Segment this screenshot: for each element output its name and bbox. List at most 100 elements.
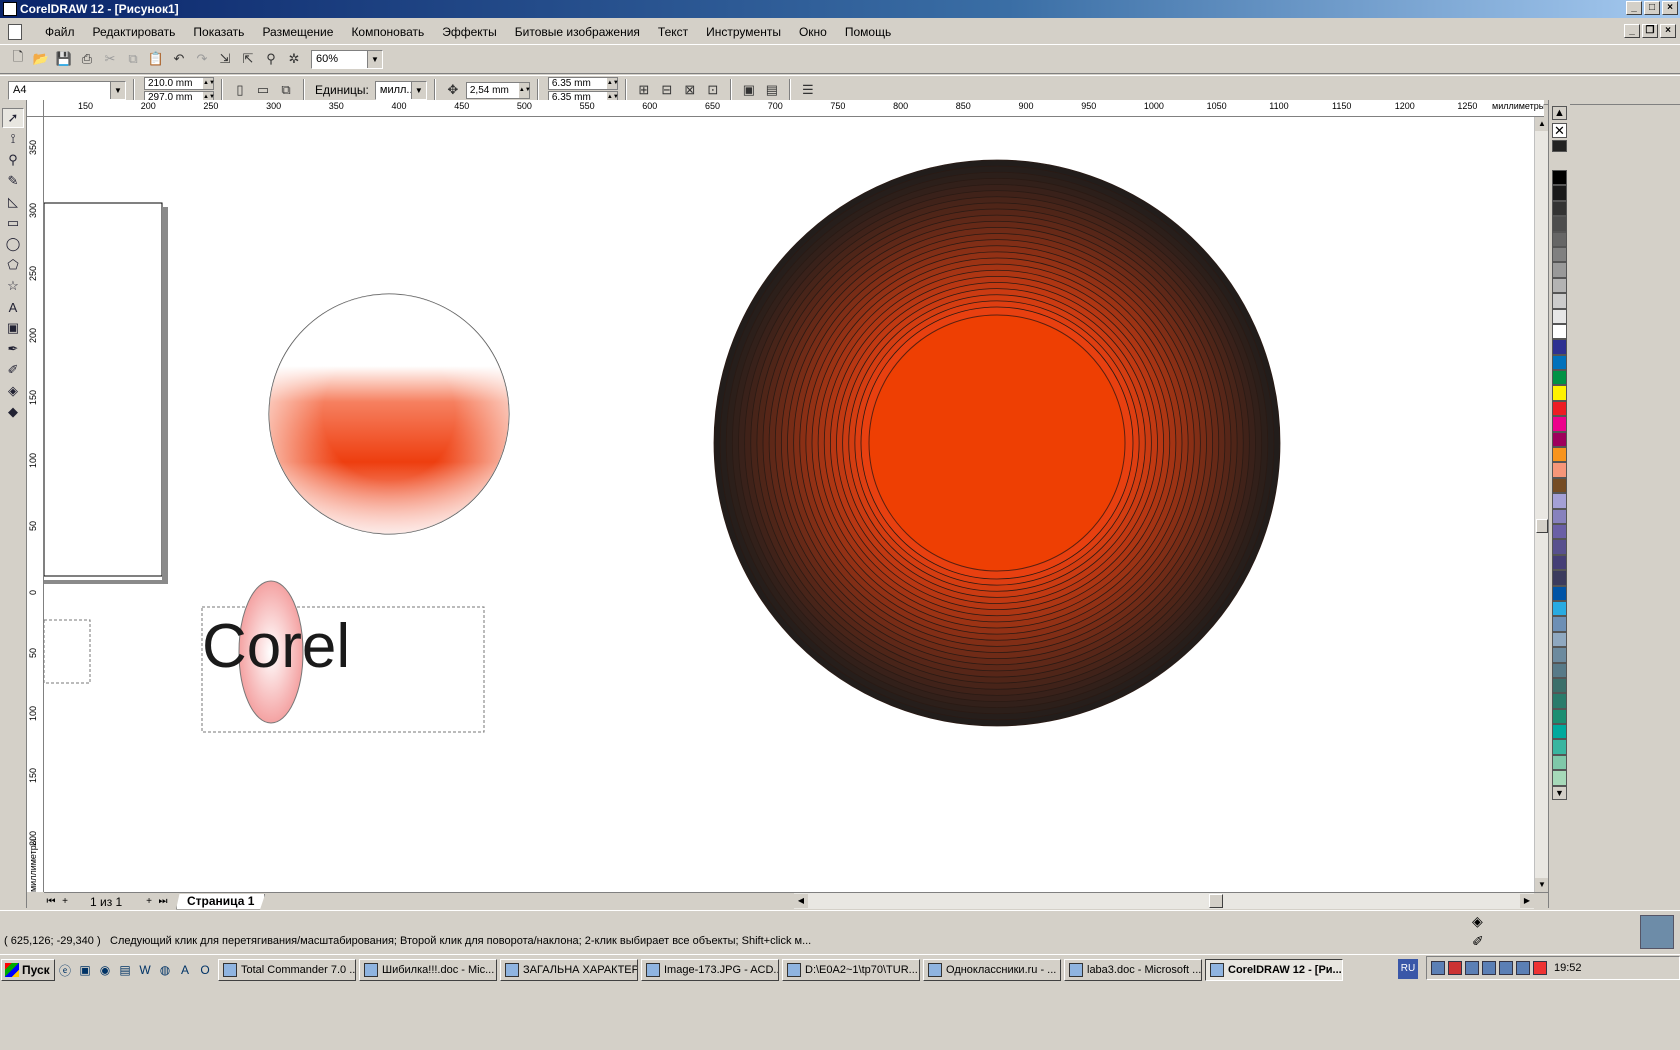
zoom-tool-icon[interactable]: ⚲: [2, 150, 24, 170]
speaker-icon[interactable]: [1465, 961, 1479, 975]
menu-help[interactable]: Помощь: [836, 21, 900, 43]
tray-alert-icon[interactable]: [1533, 961, 1547, 975]
cut-icon[interactable]: ✂: [100, 49, 120, 69]
color-swatch[interactable]: [1552, 662, 1567, 678]
paste-icon[interactable]: 📋: [146, 49, 166, 69]
color-swatch[interactable]: [1552, 431, 1567, 448]
color-swatch[interactable]: [1552, 339, 1567, 355]
color-swatch[interactable]: [1552, 293, 1567, 309]
menu-tools[interactable]: Инструменты: [697, 21, 790, 43]
task-odnoklassniki[interactable]: Одноклассники.ru - ...: [923, 959, 1061, 981]
fill-tool-icon[interactable]: ◈: [2, 381, 24, 401]
pick-tool-icon[interactable]: ➚: [2, 108, 24, 128]
palette-scroll-down-icon[interactable]: ▼: [1552, 785, 1567, 800]
color-swatch[interactable]: [1552, 262, 1567, 278]
drawing-canvas[interactable]: Corel: [44, 117, 1534, 892]
snap-guidelines-icon[interactable]: ⊟: [657, 80, 677, 100]
menu-edit[interactable]: Редактировать: [84, 21, 185, 43]
color-swatch[interactable]: [1552, 462, 1567, 478]
color-swatch[interactable]: [1552, 477, 1567, 494]
freehand-tool-icon[interactable]: ✎: [2, 171, 24, 191]
color-swatch[interactable]: [1552, 739, 1567, 755]
horizontal-ruler[interactable]: 150 200 250 300 350 400 450 500 550 600 650 700 750 8…: [44, 100, 1544, 117]
color-swatch[interactable]: [1552, 616, 1567, 632]
ruler-origin[interactable]: [27, 100, 44, 117]
last-page-icon[interactable]: ⏭: [156, 896, 170, 907]
text-tool-icon[interactable]: A: [2, 297, 24, 317]
all-pages-icon[interactable]: ⧉: [276, 80, 296, 100]
drawing-svg[interactable]: Corel: [44, 117, 1534, 892]
add-page-icon[interactable]: +: [58, 896, 72, 907]
menu-window[interactable]: Окно: [790, 21, 836, 43]
ie-icon[interactable]: ⓔ: [55, 960, 75, 980]
new-icon[interactable]: 🗋: [8, 49, 28, 69]
word-icon[interactable]: W: [135, 960, 155, 980]
color-swatch[interactable]: [1552, 677, 1567, 694]
desktop-icon[interactable]: ▣: [75, 960, 95, 980]
color-swatch[interactable]: [1552, 308, 1567, 324]
draw-as-bitmap-icon[interactable]: ▤: [762, 80, 782, 100]
page-size-combo[interactable]: A4 ▼: [8, 80, 126, 100]
menu-effects[interactable]: Эффекты: [433, 21, 506, 43]
smart-fill-icon[interactable]: ◺: [2, 192, 24, 212]
color-swatch[interactable]: [1552, 447, 1567, 463]
menu-file[interactable]: Файл: [36, 21, 84, 43]
color-swatch[interactable]: [1552, 216, 1567, 232]
document-icon[interactable]: [8, 24, 22, 40]
color-swatch[interactable]: [1552, 508, 1567, 524]
blend-circle[interactable]: [713, 159, 1281, 727]
opera-icon[interactable]: O: [195, 960, 215, 980]
start-button[interactable]: Пуск: [1, 959, 55, 981]
spin-arrows-icon[interactable]: ▲▼: [518, 82, 531, 98]
undo-icon[interactable]: ↶: [169, 49, 189, 69]
horizontal-scroll-thumb[interactable]: [1209, 894, 1223, 908]
horizontal-scrollbar[interactable]: ◀ ▶: [794, 893, 1534, 909]
color-swatch[interactable]: [1552, 323, 1567, 340]
color-swatch[interactable]: [1552, 539, 1567, 555]
portrait-icon[interactable]: ▯: [230, 80, 250, 100]
options-icon[interactable]: ☰: [798, 80, 818, 100]
color-swatch[interactable]: [1552, 185, 1567, 201]
zoom-combo[interactable]: 60% ▼: [311, 49, 383, 69]
color-swatch[interactable]: [1552, 277, 1567, 294]
add-page-after-icon[interactable]: +: [142, 896, 156, 907]
close-button[interactable]: ×: [1662, 1, 1678, 15]
copy-icon[interactable]: ⧉: [123, 49, 143, 69]
rectangle-tool-icon[interactable]: ▭: [2, 213, 24, 233]
polygon-tool-icon[interactable]: ⬠: [2, 255, 24, 275]
snap-grid-icon[interactable]: ⊞: [634, 80, 654, 100]
first-page-icon[interactable]: ⏮: [44, 896, 58, 907]
nudge-field[interactable]: 2,54 mm ▲▼: [465, 81, 531, 99]
scroll-down-icon[interactable]: ▼: [1535, 878, 1549, 892]
color-swatch[interactable]: [1552, 493, 1567, 509]
menu-arrange[interactable]: Компоновать: [342, 21, 433, 43]
task-total-commander[interactable]: Total Commander 7.0 ...: [218, 959, 356, 981]
color-swatch[interactable]: [1552, 246, 1567, 263]
explorer-icon[interactable]: ▤: [115, 960, 135, 980]
palette-scroll-up-icon[interactable]: ▲: [1552, 106, 1567, 120]
spin-arrows-icon[interactable]: ▲▼: [606, 77, 619, 89]
scroll-up-icon[interactable]: ▲: [1535, 117, 1549, 131]
vertical-ruler[interactable]: 350 300 250 200 150 100 50 0 50 100 150 200 миллимет…: [27, 117, 44, 892]
outline-indicator-icon[interactable]: ✐: [1472, 933, 1484, 950]
dynamic-guides-icon[interactable]: ⊡: [703, 80, 723, 100]
color-swatch[interactable]: [1552, 231, 1567, 247]
landscape-icon[interactable]: ▭: [253, 80, 273, 100]
units-combo[interactable]: милл... ▼: [374, 80, 427, 100]
avast-icon[interactable]: A: [175, 960, 195, 980]
chevron-down-icon[interactable]: ▼: [367, 50, 382, 68]
no-fill-swatch[interactable]: ✕: [1552, 123, 1567, 138]
doc-close-button[interactable]: ×: [1660, 24, 1676, 38]
task-coreldraw[interactable]: CorelDRAW 12 - [Ри...: [1205, 959, 1343, 981]
interactive-fill-icon[interactable]: ◆: [2, 402, 24, 422]
color-swatch[interactable]: [1552, 170, 1567, 186]
ellipse-tool-icon[interactable]: ◯: [2, 234, 24, 254]
color-swatch[interactable]: [1552, 724, 1567, 740]
color-swatch[interactable]: [1552, 585, 1567, 601]
color-swatch[interactable]: [1552, 554, 1567, 571]
color-swatch[interactable]: [1552, 523, 1567, 540]
color-swatch[interactable]: [1552, 354, 1567, 371]
menu-view[interactable]: Показать: [184, 21, 253, 43]
maximize-button[interactable]: □: [1644, 1, 1660, 15]
navigator-icon[interactable]: [1640, 915, 1674, 949]
